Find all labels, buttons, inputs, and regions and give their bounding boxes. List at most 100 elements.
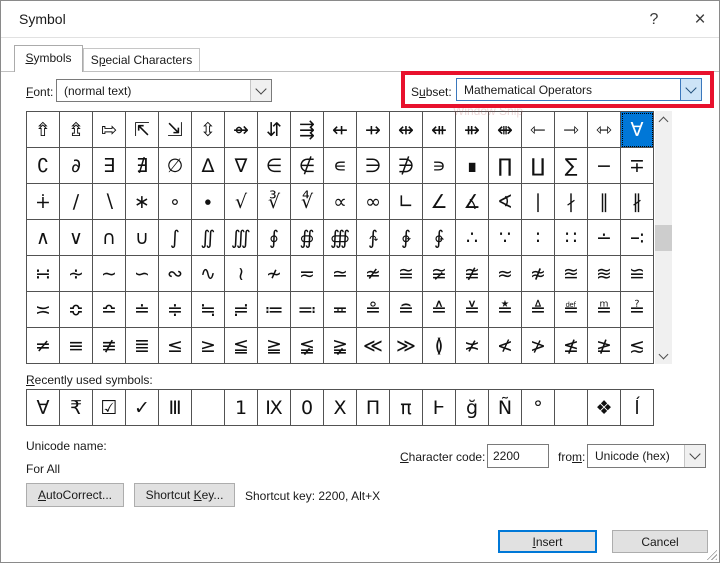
- symbol-cell[interactable]: ∆: [192, 148, 225, 184]
- symbol-cell[interactable]: Ⱶ: [423, 390, 456, 426]
- symbol-cell[interactable]: ∺: [27, 256, 60, 292]
- symbol-cell[interactable]: ≤: [159, 328, 192, 364]
- symbol-cell[interactable]: ∀: [27, 390, 60, 426]
- symbol-cell[interactable]: ✓: [126, 390, 159, 426]
- symbol-cell[interactable]: ≁: [258, 256, 291, 292]
- symbol-cell[interactable]: ∽: [126, 256, 159, 292]
- symbol-cell[interactable]: ∿: [192, 256, 225, 292]
- symbol-cell[interactable]: ∎: [456, 148, 489, 184]
- symbol-cell[interactable]: [555, 390, 588, 426]
- symbol-cell[interactable]: ≫: [390, 328, 423, 364]
- symbol-cell[interactable]: ⇮: [27, 112, 60, 148]
- symbol-cell[interactable]: ≦: [225, 328, 258, 364]
- symbol-cell[interactable]: ∥: [588, 184, 621, 220]
- symbol-cell[interactable]: ∔: [27, 184, 60, 220]
- symbol-cell[interactable]: ⇹: [390, 112, 423, 148]
- scroll-down-button[interactable]: [655, 347, 672, 364]
- symbol-cell[interactable]: ∰: [324, 220, 357, 256]
- symbol-cell[interactable]: ∭: [225, 220, 258, 256]
- symbol-cell[interactable]: ∁: [27, 148, 60, 184]
- symbol-cell[interactable]: ≰: [555, 328, 588, 364]
- symbol-cell[interactable]: ≱: [588, 328, 621, 364]
- symbol-cell[interactable]: ∢: [489, 184, 522, 220]
- symbol-cell[interactable]: ≠: [27, 328, 60, 364]
- symbol-cell[interactable]: ∧: [27, 220, 60, 256]
- symbol-cell[interactable]: ∕: [60, 184, 93, 220]
- symbol-cell[interactable]: ≅: [390, 256, 423, 292]
- close-icon[interactable]: ×: [685, 7, 715, 33]
- symbol-cell[interactable]: ⇸: [357, 112, 390, 148]
- symbol-cell[interactable]: ≯: [522, 328, 555, 364]
- symbol-cell[interactable]: ∋: [357, 148, 390, 184]
- symbol-cell[interactable]: ≗: [357, 292, 390, 328]
- insert-button[interactable]: Insert: [498, 530, 597, 553]
- symbol-cell[interactable]: ≙: [423, 292, 456, 328]
- from-dropdown[interactable]: Unicode (hex): [587, 444, 706, 468]
- symbol-cell[interactable]: ⇵: [258, 112, 291, 148]
- symbol-cell[interactable]: ≃: [324, 256, 357, 292]
- symbol-cell[interactable]: ∖: [93, 184, 126, 220]
- symbol-cell[interactable]: ≣: [126, 328, 159, 364]
- symbol-cell[interactable]: ∘: [159, 184, 192, 220]
- symbol-cell[interactable]: ≭: [456, 328, 489, 364]
- symbol-cell[interactable]: Π: [357, 390, 390, 426]
- symbol-cell[interactable]: ≍: [27, 292, 60, 328]
- symbol-cell[interactable]: ∙: [192, 184, 225, 220]
- scroll-up-button[interactable]: [655, 111, 672, 128]
- symbol-cell[interactable]: °: [522, 390, 555, 426]
- symbol-cell[interactable]: ∫: [159, 220, 192, 256]
- symbol-cell[interactable]: ∹: [621, 220, 654, 256]
- cancel-button[interactable]: Cancel: [612, 530, 708, 553]
- scrollbar-thumb[interactable]: [655, 225, 672, 251]
- font-dropdown[interactable]: (normal text): [56, 79, 272, 102]
- symbol-cell[interactable]: ∨: [60, 220, 93, 256]
- symbol-cell[interactable]: ≘: [390, 292, 423, 328]
- symbol-cell[interactable]: ⇶: [291, 112, 324, 148]
- symbol-cell[interactable]: ≮: [489, 328, 522, 364]
- symbol-cell[interactable]: ≥: [192, 328, 225, 364]
- symbol-cell[interactable]: ⇽: [522, 112, 555, 148]
- symbol-cell[interactable]: ≜: [522, 292, 555, 328]
- symbol-cell[interactable]: ĺ: [621, 390, 654, 426]
- symbol-cell[interactable]: ≢: [93, 328, 126, 364]
- symbol-cell[interactable]: ∓: [621, 148, 654, 184]
- symbol-cell[interactable]: ∮: [258, 220, 291, 256]
- grid-scrollbar[interactable]: [655, 111, 672, 364]
- symbol-cell[interactable]: ∃: [93, 148, 126, 184]
- symbol-cell[interactable]: ≝: [555, 292, 588, 328]
- symbol-cell[interactable]: ∗: [126, 184, 159, 220]
- symbol-cell[interactable]: ∝: [324, 184, 357, 220]
- symbol-cell[interactable]: Ⅲ: [159, 390, 192, 426]
- help-icon[interactable]: ?: [639, 7, 669, 33]
- symbol-cell[interactable]: ∯: [291, 220, 324, 256]
- symbol-cell[interactable]: ≟: [621, 292, 654, 328]
- symbol-cell[interactable]: ≆: [423, 256, 456, 292]
- symbol-cell[interactable]: ≋: [588, 256, 621, 292]
- symbol-cell[interactable]: ∼: [93, 256, 126, 292]
- symbol-cell[interactable]: ☑: [93, 390, 126, 426]
- symbol-cell[interactable]: ≊: [555, 256, 588, 292]
- symbol-cell[interactable]: ≪: [357, 328, 390, 364]
- symbol-cell[interactable]: ∞: [357, 184, 390, 220]
- symbol-cell[interactable]: ≄: [357, 256, 390, 292]
- symbol-cell[interactable]: ∲: [390, 220, 423, 256]
- symbol-cell[interactable]: ⇲: [159, 112, 192, 148]
- autocorrect-button[interactable]: AutoCorrect...: [26, 483, 124, 507]
- symbol-cell[interactable]: ∏: [489, 148, 522, 184]
- symbol-cell[interactable]: ⇰: [93, 112, 126, 148]
- symbol-cell[interactable]: ≓: [225, 292, 258, 328]
- symbol-cell[interactable]: π: [390, 390, 423, 426]
- symbol-cell[interactable]: ∣: [522, 184, 555, 220]
- symbol-cell[interactable]: ≲: [621, 328, 654, 364]
- symbol-cell[interactable]: −: [588, 148, 621, 184]
- symbol-cell[interactable]: ∇: [225, 148, 258, 184]
- symbol-cell[interactable]: ∷: [555, 220, 588, 256]
- symbol-cell[interactable]: 1: [225, 390, 258, 426]
- tab-special-characters[interactable]: Special Characters: [83, 48, 200, 71]
- symbol-cell[interactable]: Ñ: [489, 390, 522, 426]
- symbol-cell[interactable]: ∂: [60, 148, 93, 184]
- symbol-cell[interactable]: ğ: [456, 390, 489, 426]
- symbol-cell[interactable]: Ⅹ: [324, 390, 357, 426]
- symbol-cell[interactable]: 0: [291, 390, 324, 426]
- symbol-cell[interactable]: √: [225, 184, 258, 220]
